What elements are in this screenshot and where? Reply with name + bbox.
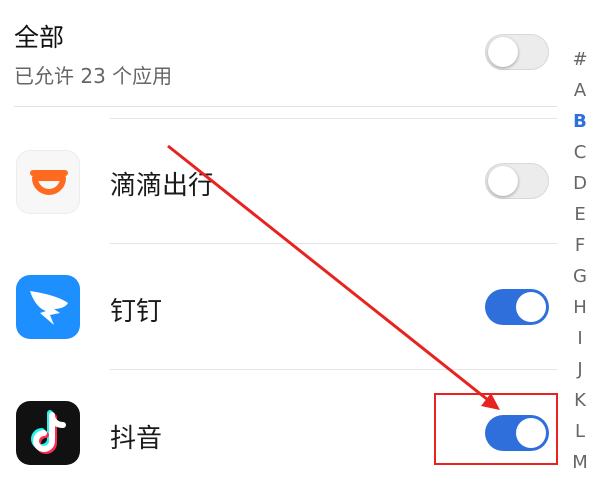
- annotation-highlight-box: [434, 393, 558, 465]
